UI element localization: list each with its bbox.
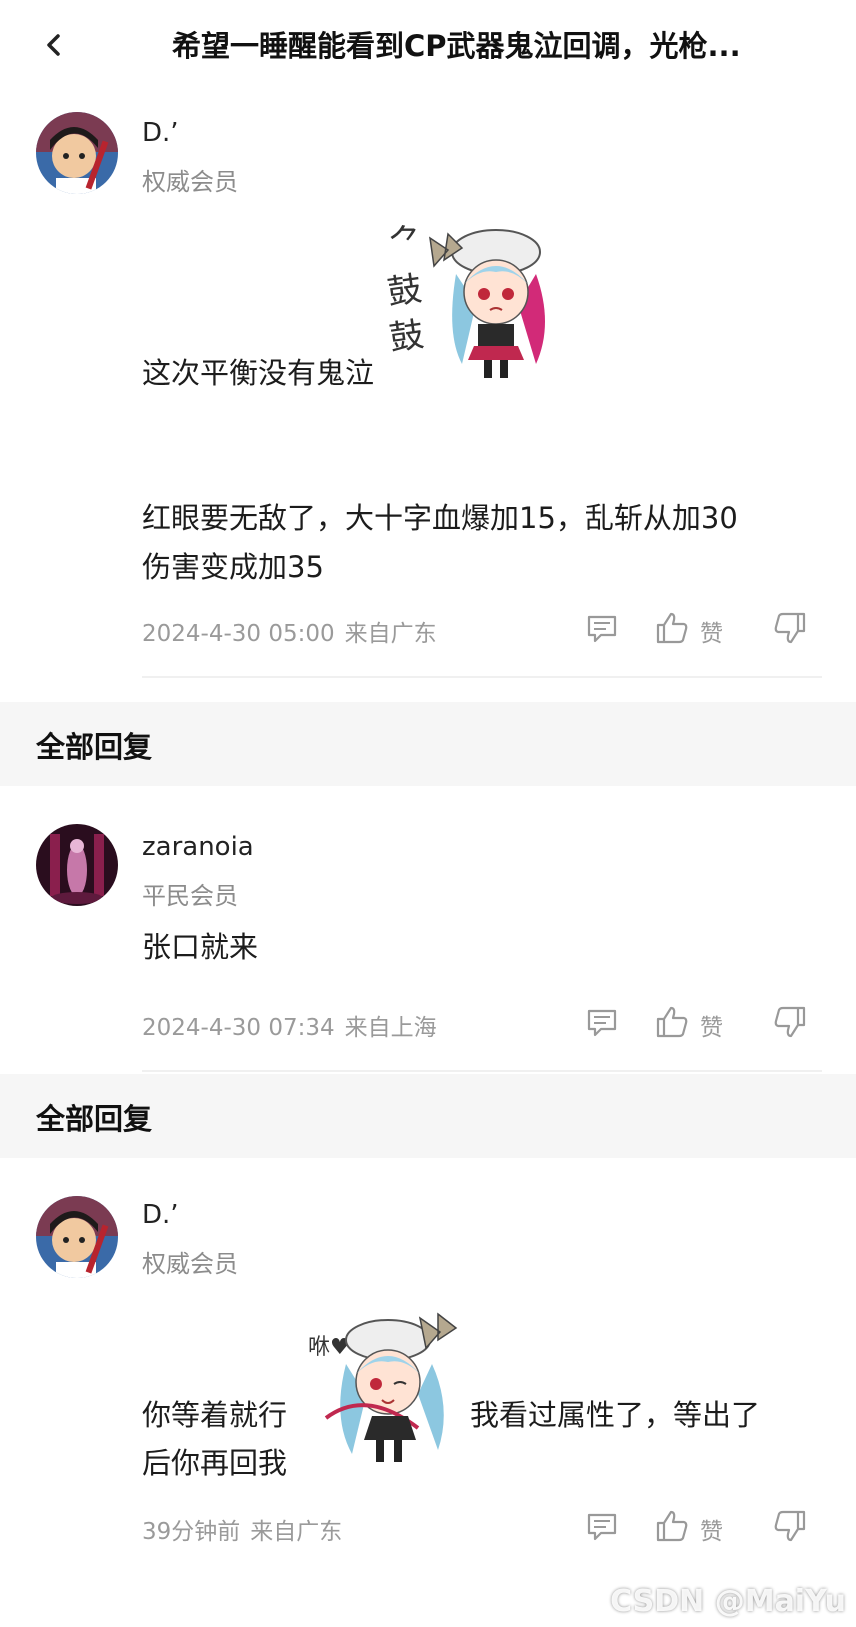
comment-button[interactable] <box>584 1004 628 1044</box>
comment-button[interactable] <box>584 610 628 650</box>
post-text-line: 后你再回我 <box>142 1446 288 1480</box>
svg-text:鼓: 鼓 <box>386 269 424 313</box>
member-level: 权威会员 <box>142 1250 238 1278</box>
thumbs-down-icon <box>774 612 806 644</box>
comment-button[interactable] <box>584 1508 628 1548</box>
post-text-line: 这次平衡没有鬼泣 <box>142 356 375 390</box>
like-button[interactable] <box>654 1508 698 1548</box>
reply-post: D.’ 权威会员 咻♥ 你等着就行 我看过属性了，等出了 后你再回我 39分钟前… <box>0 1158 856 1627</box>
post-meta: 39分钟前 来自广东 <box>142 1512 342 1546</box>
replies-section-header: 全部回复 <box>0 702 856 786</box>
top-bar: 希望一睡醒能看到CP武器鬼泣回调，光枪... <box>0 0 856 92</box>
comment-icon <box>587 615 617 643</box>
location: 来自广东 <box>250 1519 343 1545</box>
comment-icon <box>587 1009 617 1037</box>
divider <box>142 1070 822 1072</box>
dislike-button[interactable] <box>772 1508 816 1548</box>
divider <box>142 676 822 678</box>
thread-title: 希望一睡醒能看到CP武器鬼泣回调，光枪... <box>172 29 741 63</box>
thumbs-up-icon <box>656 612 688 644</box>
like-label[interactable]: 赞 <box>700 1512 723 1546</box>
reply-post: zaranoia 平民会员 张口就来 2024-4-30 07:34 来自上海 赞 <box>0 786 856 1072</box>
location: 来自广东 <box>344 621 437 647</box>
dislike-button[interactable] <box>772 1004 816 1044</box>
section-title: 全部回复 <box>36 1102 153 1136</box>
chevron-left-icon <box>47 34 60 56</box>
section-title: 全部回复 <box>36 730 153 764</box>
sticker-caption: 咻♥ <box>308 1335 350 1360</box>
post-text-line: 红眼要无敌了，大十字血爆加15，乱斩从加30 <box>142 501 738 535</box>
back-button[interactable] <box>38 24 74 64</box>
thumbs-up-icon <box>656 1510 688 1542</box>
avatar[interactable] <box>36 824 118 906</box>
sticker-image: ⺈ 鼓 鼓 <box>385 214 556 384</box>
like-label[interactable]: 赞 <box>700 1008 723 1042</box>
svg-text:⺈: ⺈ <box>388 223 422 263</box>
username[interactable]: D.’ <box>142 118 179 148</box>
post-meta: 2024-4-30 05:00 来自广东 <box>142 614 437 648</box>
comment-icon <box>587 1513 617 1541</box>
thumbs-down-icon <box>774 1006 806 1038</box>
thumbs-down-icon <box>774 1510 806 1542</box>
thumbs-up-icon <box>656 1006 688 1038</box>
replies-section-header: 全部回复 <box>0 1074 856 1158</box>
post-main: D.’ 权威会员 ⺈ 鼓 鼓 这次平衡没有鬼泣 红眼要无敌了，大十字血爆加15，… <box>0 92 856 678</box>
timestamp: 39分钟前 <box>142 1519 241 1545</box>
post-text-line: 我看过属性了，等出了 <box>470 1398 761 1432</box>
member-level: 权威会员 <box>142 168 238 196</box>
post-text-line: 张口就来 <box>142 930 259 964</box>
sticker-image: 咻♥ <box>306 1308 468 1470</box>
post-text-line: 伤害变成加35 <box>142 550 324 584</box>
timestamp: 2024-4-30 07:34 <box>142 1015 335 1041</box>
location: 来自上海 <box>344 1015 437 1041</box>
like-label[interactable]: 赞 <box>700 614 723 648</box>
avatar[interactable] <box>36 112 118 194</box>
like-button[interactable] <box>654 1004 698 1044</box>
watermark: CSDN @MaiYu <box>610 1584 846 1619</box>
timestamp: 2024-4-30 05:00 <box>142 621 335 647</box>
member-level: 平民会员 <box>142 882 238 910</box>
like-button[interactable] <box>654 610 698 650</box>
username[interactable]: D.’ <box>142 1200 179 1230</box>
post-text-line: 你等着就行 <box>142 1398 288 1432</box>
avatar[interactable] <box>36 1196 118 1278</box>
svg-text:鼓: 鼓 <box>387 315 426 359</box>
username[interactable]: zaranoia <box>142 832 254 862</box>
post-meta: 2024-4-30 07:34 来自上海 <box>142 1008 437 1042</box>
dislike-button[interactable] <box>772 610 816 650</box>
